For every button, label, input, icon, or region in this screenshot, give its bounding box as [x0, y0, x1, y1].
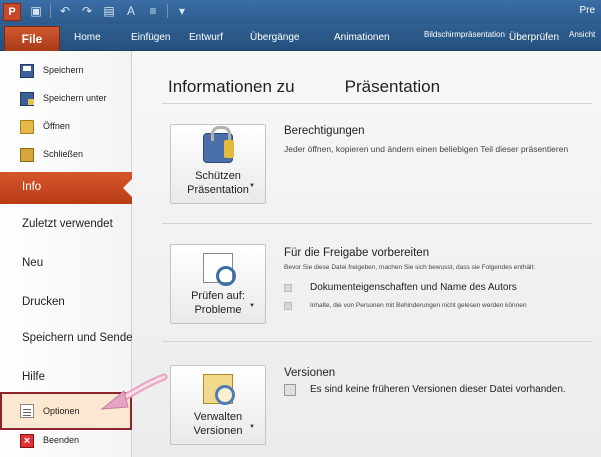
tab-ueberpruefen[interactable]: Überprüfen [509, 32, 559, 43]
nav-options-label: Optionen [43, 406, 80, 416]
divider [162, 103, 592, 104]
nav-tab-label: Speichern und Senden [22, 332, 140, 344]
redo-icon[interactable]: ↷ [79, 3, 95, 19]
dropdown-arrow-icon: ▼ [249, 424, 255, 430]
save-as-icon [20, 92, 34, 106]
page-title-part2: Präsentation [344, 77, 441, 96]
format-icon[interactable]: ▤ [101, 3, 117, 19]
nav-save-label: Speichern [43, 65, 84, 75]
list-icon[interactable]: ≡ [145, 3, 161, 19]
annotation-arrow-icon [100, 373, 168, 410]
nav-tab-label: Hilfe [22, 371, 46, 383]
title-bar: P ▣ ↶ ↷ ▤ A ≡ ▾ Pre [0, 0, 601, 24]
tab-uebergaenge[interactable]: Übergänge [250, 32, 299, 43]
nav-open[interactable]: Öffnen [0, 115, 132, 139]
nav-tab-print[interactable]: Drucken [0, 287, 132, 319]
divider [162, 341, 592, 342]
inspect-document-icon [203, 253, 236, 286]
nav-exit-label: Beenden [43, 435, 80, 445]
lock-key-icon [203, 126, 234, 163]
prepare-bullet-2: Inhalte, die von Personen mit Behinderun… [310, 302, 527, 309]
save-icon [20, 64, 34, 78]
permissions-text: Jeder öffnen, kopieren und ändern einen … [284, 144, 569, 154]
nav-tab-recent[interactable]: Zuletzt verwendet [0, 209, 132, 241]
nav-tab-label: Zuletzt verwendet [22, 218, 113, 230]
manage-versions-line1: Verwalten [193, 411, 243, 423]
nav-tab-info[interactable]: Info [0, 172, 133, 204]
toolbar-separator [167, 4, 168, 18]
tab-ansicht[interactable]: Ansicht [569, 30, 595, 39]
divider [162, 223, 592, 224]
bullet-marker [284, 284, 292, 292]
tab-home[interactable]: Home [74, 32, 101, 43]
prepare-title: Für die Freigabe vorbereiten [284, 247, 430, 259]
page-title-part1: Informationen zu [168, 77, 295, 96]
nav-tab-save-send[interactable]: Speichern und Senden [0, 323, 139, 355]
manage-versions-icon [203, 374, 235, 405]
versions-icon [284, 384, 296, 396]
check-issues-line1: Prüfen auf: [191, 290, 245, 302]
nav-tab-label: Neu [22, 257, 44, 269]
protect-button-line1: Schützen [195, 170, 241, 182]
bullet-marker [284, 302, 292, 310]
prepare-bullet-1: Dokumenteigenschaften und Name des Autor… [310, 282, 517, 293]
info-pane: Informationen zu Präsentation Schützen Pr… [132, 51, 601, 457]
close-folder-icon [20, 148, 34, 162]
nav-open-label: Öffnen [43, 121, 70, 131]
nav-close[interactable]: Schließen [0, 143, 132, 167]
open-folder-icon [20, 120, 34, 134]
font-icon[interactable]: A [123, 3, 139, 19]
versions-text: Es sind keine früheren Versionen dieser … [310, 384, 566, 395]
nav-tab-label: Info [22, 181, 42, 193]
nav-save-as-label: Speichern unter [43, 93, 107, 103]
dropdown-arrow-icon: ▼ [249, 303, 255, 309]
exit-icon: × [20, 434, 34, 448]
file-tab[interactable]: File [4, 26, 60, 51]
nav-save-as[interactable]: Speichern unter [0, 87, 132, 111]
protect-presentation-button[interactable]: Schützen Präsentation ▼ [170, 124, 266, 204]
page-title: Informationen zu Präsentation [168, 77, 440, 97]
save-icon[interactable]: ▣ [28, 3, 44, 19]
manage-versions-button[interactable]: Verwalten Versionen ▼ [170, 365, 266, 445]
nav-exit[interactable]: × Beenden [0, 429, 132, 453]
check-issues-button[interactable]: Prüfen auf: Probleme ▼ [170, 244, 266, 324]
undo-icon[interactable]: ↶ [57, 3, 73, 19]
toolbar-separator [50, 4, 51, 18]
quick-access-toolbar: ▣ ↶ ↷ ▤ A ≡ ▾ [28, 3, 190, 21]
ribbon-tab-bar: File Home Einfügen Entwurf Übergänge Ani… [0, 24, 601, 51]
tab-entwurf[interactable]: Entwurf [189, 32, 223, 43]
dropdown-arrow-icon: ▼ [249, 183, 255, 189]
tab-animationen[interactable]: Animationen [334, 32, 390, 43]
permissions-title: Berechtigungen [284, 125, 365, 137]
versions-title: Versionen [284, 367, 336, 379]
nav-save[interactable]: Speichern [0, 59, 132, 83]
options-icon [20, 404, 34, 418]
tab-bildschirmpraesentation[interactable]: Bildschirmpräsentation [424, 30, 505, 39]
nav-tab-new[interactable]: Neu [0, 248, 132, 280]
prepare-text: Bevor Sie diese Datei freigeben, machen … [284, 264, 536, 271]
customize-icon[interactable]: ▾ [174, 3, 190, 19]
powerpoint-app-icon[interactable]: P [3, 3, 21, 21]
nav-close-label: Schließen [43, 149, 84, 159]
nav-tab-label: Drucken [22, 296, 65, 308]
window-title: Pre [579, 5, 595, 16]
tab-einfuegen[interactable]: Einfügen [131, 32, 170, 43]
